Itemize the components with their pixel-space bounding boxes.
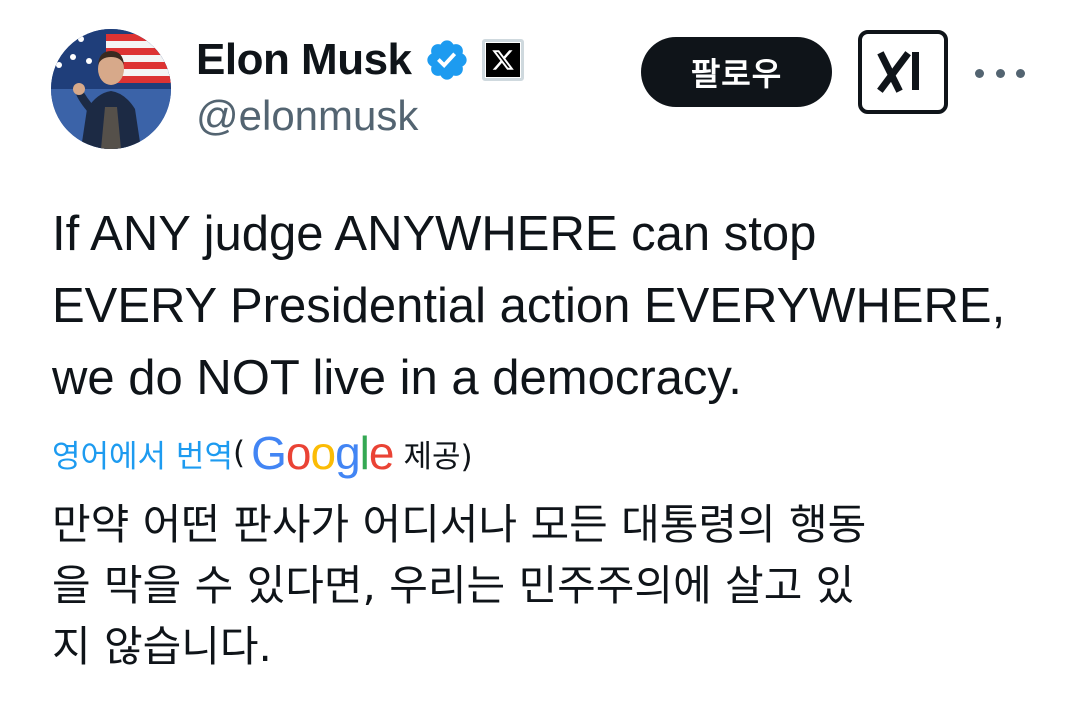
translated-from-link[interactable]: 영어에서 번역 <box>52 431 233 476</box>
google-logo: Google <box>251 427 394 479</box>
x-logo-icon[interactable] <box>481 39 524 81</box>
follow-button[interactable]: 팔로우 <box>641 37 832 107</box>
translation-attribution: 영어에서 번역 ( Google 제공) <box>52 425 473 481</box>
dot <box>1016 68 1025 78</box>
author-row: Elon Musk <box>196 30 524 90</box>
dot <box>995 68 1005 78</box>
tweet-text: If ANY judge ANYWHERE can stop EVERY Pre… <box>52 207 1006 405</box>
more-options-icon[interactable] <box>975 58 1025 88</box>
open-paren: ( <box>232 435 246 471</box>
author-handle[interactable]: @elonmusk <box>196 92 418 140</box>
provided-label: 제공) <box>403 438 473 475</box>
verified-badge-icon[interactable] <box>424 37 470 83</box>
dot <box>975 68 984 78</box>
translated-text: 만약 어떤 판사가 어디서나 모든 대통령의 행동 을 막을 수 있다면, 우리… <box>52 500 867 671</box>
grok-xai-icon[interactable] <box>858 30 948 114</box>
avatar[interactable] <box>51 29 171 149</box>
author-name[interactable]: Elon Musk <box>196 35 412 85</box>
